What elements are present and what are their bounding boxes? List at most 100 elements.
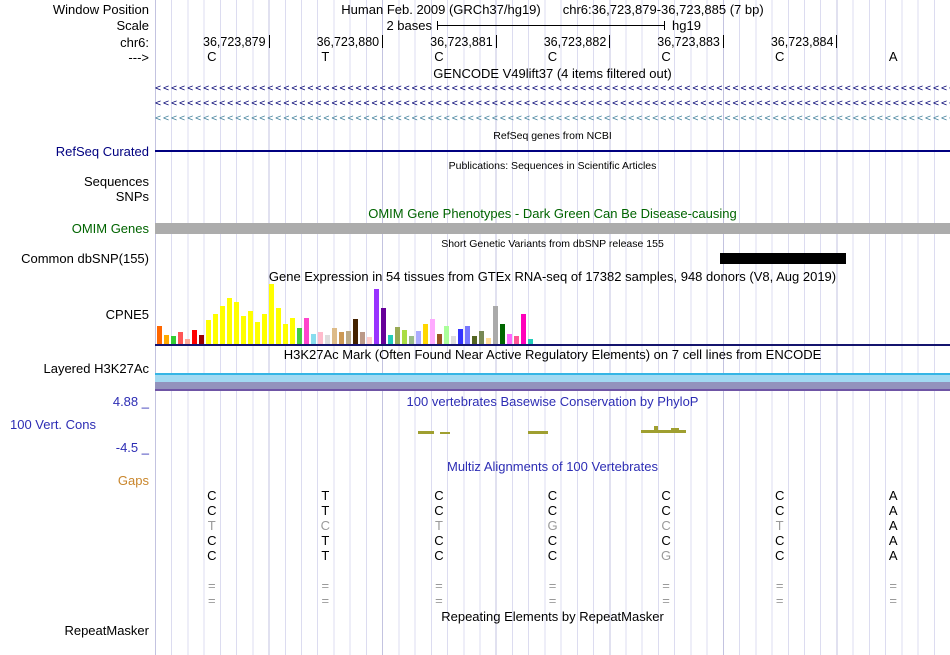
transcript-row[interactable]: <<<<<<<<<<<<<<<<<<<<<<<<<<<<<<<<<<<<<<<<… xyxy=(155,97,950,111)
dbsnp-label[interactable]: Common dbSNP(155) xyxy=(0,251,149,266)
alignment-base: = xyxy=(207,578,216,593)
gtex-tissue-bar[interactable] xyxy=(507,334,512,344)
alignment-base: T xyxy=(207,518,216,533)
gaps-label[interactable]: Gaps xyxy=(0,473,149,488)
transcript-row[interactable]: <<<<<<<<<<<<<<<<<<<<<<<<<<<<<<<<<<<<<<<<… xyxy=(155,112,950,126)
gtex-tissue-bar[interactable] xyxy=(164,335,169,344)
conservation-label[interactable]: 100 Vert. Cons xyxy=(10,417,96,432)
gtex-tissue-bar[interactable] xyxy=(311,334,316,344)
gtex-tissue-bar[interactable] xyxy=(514,336,519,344)
omim-label[interactable]: OMIM Genes xyxy=(0,221,149,236)
h3k27ac-band-blue[interactable] xyxy=(155,375,950,382)
alignment-base: C xyxy=(207,548,217,563)
gtex-tissue-bar[interactable] xyxy=(325,335,330,344)
gtex-tissue-bar[interactable] xyxy=(290,318,295,344)
gtex-tissue-bar[interactable] xyxy=(262,314,267,344)
gencode-title[interactable]: GENCODE V49lift37 (4 items filtered out) xyxy=(155,66,950,81)
gtex-title[interactable]: Gene Expression in 54 tissues from GTEx … xyxy=(155,269,950,284)
gtex-tissue-bar[interactable] xyxy=(178,332,183,344)
gtex-tissue-bar[interactable] xyxy=(339,332,344,344)
gtex-tissue-bar[interactable] xyxy=(360,332,365,344)
gtex-tissue-bar[interactable] xyxy=(255,322,260,344)
gtex-tissue-bar[interactable] xyxy=(416,331,421,344)
gtex-tissue-bar[interactable] xyxy=(472,336,477,344)
gtex-tissue-bar[interactable] xyxy=(318,332,323,344)
repeatmasker-label[interactable]: RepeatMasker xyxy=(0,623,149,638)
gtex-tissue-bar[interactable] xyxy=(374,289,379,344)
gtex-tissue-bar[interactable] xyxy=(409,336,414,344)
sequences-label[interactable]: Sequences xyxy=(0,174,149,189)
ruler-position-label: 36,723,881 xyxy=(430,35,493,49)
assembly-title: Human Feb. 2009 (GRCh37/hg19) xyxy=(341,2,541,17)
gtex-tissue-bar[interactable] xyxy=(402,330,407,344)
alignment-base: T xyxy=(321,533,330,548)
publications-title[interactable]: Publications: Sequences in Scientific Ar… xyxy=(155,160,950,173)
repeatmasker-title[interactable]: Repeating Elements by RepeatMasker xyxy=(155,609,950,624)
gtex-tissue-bar[interactable] xyxy=(248,311,253,344)
alignment-base: C xyxy=(207,488,217,503)
conservation-mark xyxy=(641,430,686,433)
alignment-base: = xyxy=(435,578,443,593)
gtex-tissue-bar[interactable] xyxy=(500,324,505,344)
gtex-tissue-bar[interactable] xyxy=(269,284,274,344)
base-letter: C xyxy=(774,49,785,64)
gtex-tissue-bar[interactable] xyxy=(430,319,435,344)
gtex-tissue-bar[interactable] xyxy=(465,326,470,344)
snps-label[interactable]: SNPs xyxy=(0,189,149,204)
alignment-base: C xyxy=(207,533,217,548)
gtex-tissue-bar[interactable] xyxy=(395,327,400,344)
ruler: 36,723,879 36,723,880 36,723,881 36,723,882… xyxy=(155,35,950,49)
alignment-base: C xyxy=(774,533,785,548)
gtex-tissue-bar[interactable] xyxy=(157,326,162,344)
gtex-tissue-bar[interactable] xyxy=(304,318,309,344)
gtex-tissue-bar[interactable] xyxy=(199,335,204,344)
ruler-position-label: 36,723,882 xyxy=(543,35,607,49)
gtex-tissue-bar[interactable] xyxy=(444,326,449,344)
transcript-row[interactable]: <<<<<<<<<<<<<<<<<<<<<<<<<<<<<<<<<<<<<<<<… xyxy=(155,82,950,96)
multiz-title[interactable]: Multiz Alignments of 100 Vertebrates xyxy=(155,459,950,474)
gtex-tissue-bar[interactable] xyxy=(283,324,288,344)
dbsnp-variant-bar[interactable] xyxy=(720,253,846,264)
h3k27ac-title[interactable]: H3K27Ac Mark (Often Found Near Active Re… xyxy=(155,347,950,362)
h3k27ac-label[interactable]: Layered H3K27Ac xyxy=(0,361,149,376)
gtex-tissue-bar[interactable] xyxy=(346,331,351,344)
gtex-tissue-bar[interactable] xyxy=(234,302,239,344)
gtex-tissue-bar[interactable] xyxy=(297,328,302,344)
gtex-baseline xyxy=(155,344,950,346)
gtex-tissue-bar[interactable] xyxy=(458,329,463,344)
gtex-tissue-bar[interactable] xyxy=(381,308,386,344)
dbsnp-title[interactable]: Short Genetic Variants from dbSNP releas… xyxy=(155,238,950,251)
gtex-tissue-bar[interactable] xyxy=(220,306,225,344)
h3k27ac-band-purple[interactable] xyxy=(155,382,950,389)
gtex-tissue-bar[interactable] xyxy=(241,316,246,344)
gtex-tissue-bar[interactable] xyxy=(423,324,428,344)
refseq-title[interactable]: RefSeq genes from NCBI xyxy=(155,130,950,143)
gtex-tissue-bar[interactable] xyxy=(171,336,176,344)
conservation-title[interactable]: 100 vertebrates Basewise Conservation by… xyxy=(155,394,950,409)
gtex-tissue-bar[interactable] xyxy=(332,328,337,344)
refseq-gene-bar[interactable] xyxy=(155,150,950,152)
refseq-label[interactable]: RefSeq Curated xyxy=(0,144,149,159)
alignment-base: C xyxy=(207,503,217,518)
gtex-tissue-bar[interactable] xyxy=(213,314,218,344)
scale-bar xyxy=(437,25,664,26)
gtex-tissue-bar[interactable] xyxy=(521,314,526,344)
gtex-tissue-bar[interactable] xyxy=(479,331,484,344)
alignment-base: T xyxy=(321,503,330,518)
h3k27ac-band-bottom[interactable] xyxy=(155,389,950,391)
gtex-tissue-bar[interactable] xyxy=(276,308,281,344)
gtex-tissue-bar[interactable] xyxy=(206,320,211,344)
gtex-tissue-bar[interactable] xyxy=(353,319,358,344)
gtex-tissue-bar[interactable] xyxy=(451,336,456,344)
gtex-tissue-bar[interactable] xyxy=(367,337,372,344)
base-letter: A xyxy=(888,49,898,64)
gtex-label[interactable]: CPNE5 xyxy=(0,307,149,322)
gtex-tissue-bar[interactable] xyxy=(227,298,232,344)
gtex-tissue-bar[interactable] xyxy=(192,330,197,344)
base-letter: C xyxy=(547,49,558,64)
omim-title[interactable]: OMIM Gene Phenotypes - Dark Green Can Be… xyxy=(155,206,950,221)
omim-gene-bar[interactable] xyxy=(155,223,950,234)
gtex-tissue-bar[interactable] xyxy=(437,334,442,344)
gtex-tissue-bar[interactable] xyxy=(493,306,498,344)
gtex-tissue-bar[interactable] xyxy=(388,335,393,344)
